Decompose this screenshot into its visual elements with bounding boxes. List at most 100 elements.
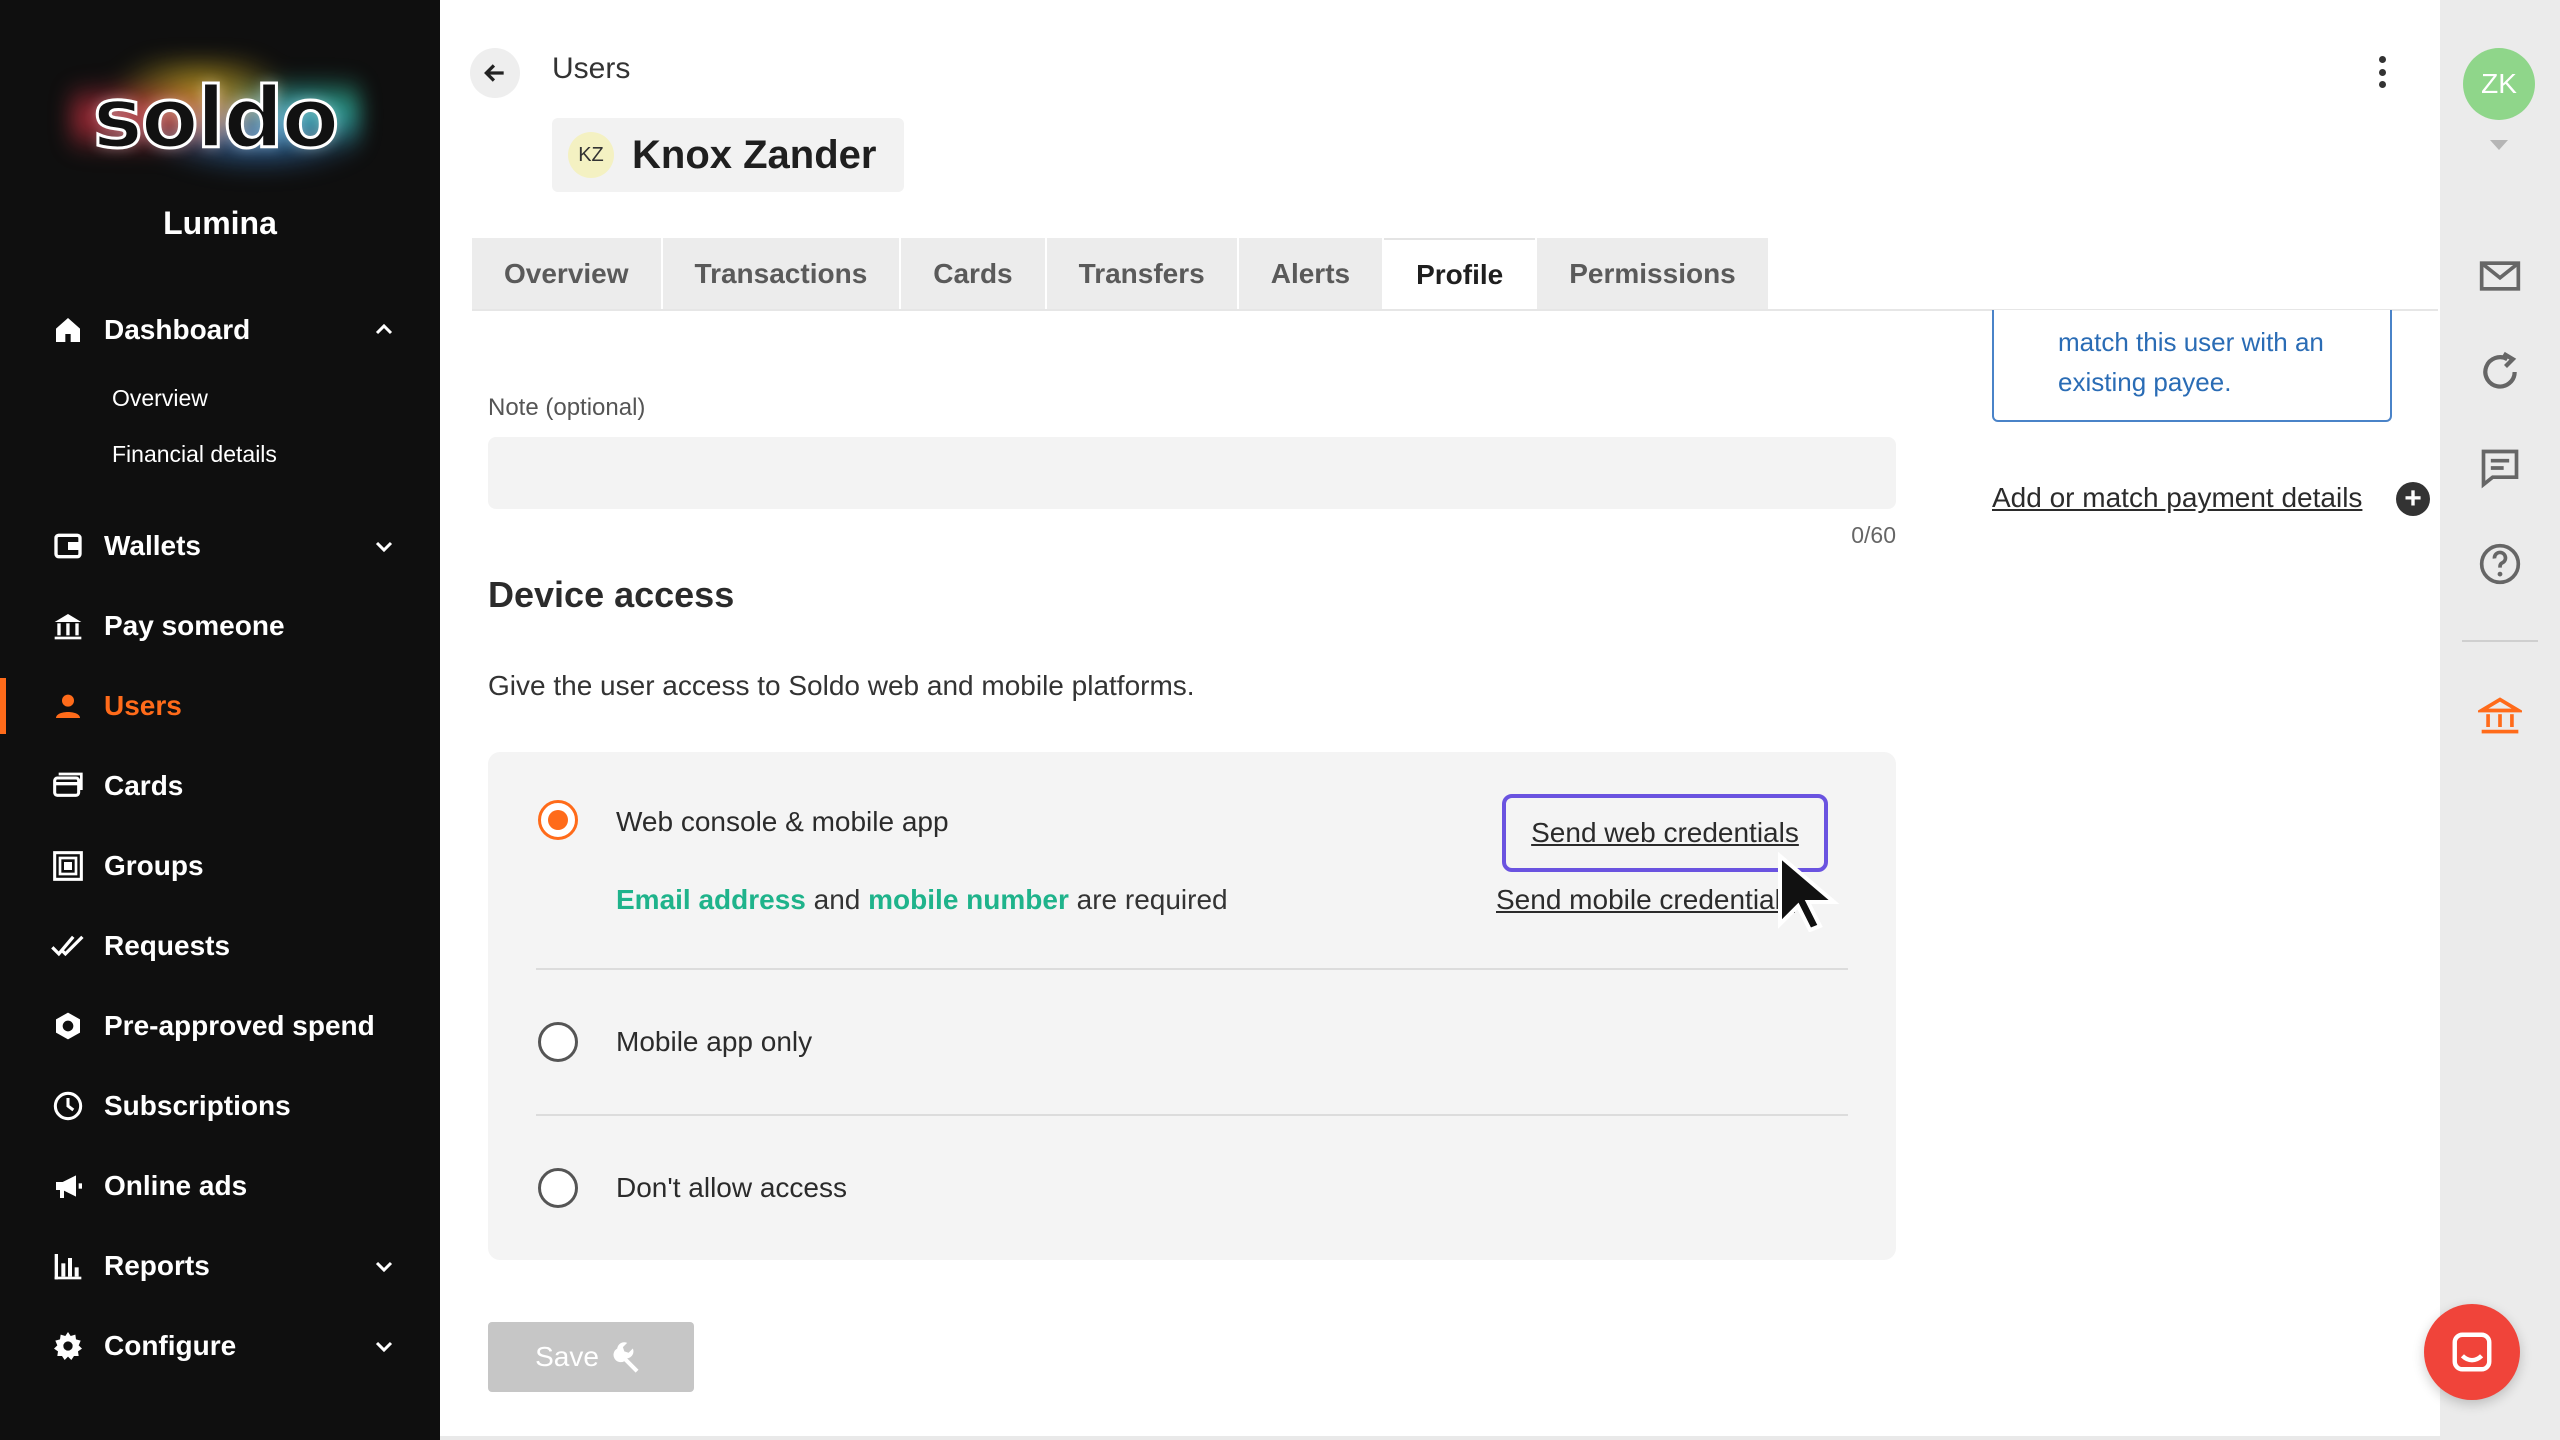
email-address-link[interactable]: Email address [616,884,806,915]
clock-icon [50,1088,86,1124]
chevron-down-icon[interactable] [372,534,396,558]
comment-icon[interactable] [2478,446,2522,490]
bottom-border [440,1436,2440,1440]
refresh-icon[interactable] [2478,350,2522,394]
info-card-line: match this user with an [2058,327,2324,357]
option-web-console-label[interactable]: Web console & mobile app [616,806,949,838]
sidebar-item-wallets[interactable]: Wallets [0,506,440,586]
sidebar-item-reports[interactable]: Reports [0,1226,440,1306]
back-button[interactable] [470,48,520,98]
device-access-title: Device access [488,574,735,615]
sidebar-item-groups[interactable]: Groups [0,826,440,906]
wrench-icon [613,1342,639,1373]
note-input[interactable] [488,437,1896,509]
chevron-down-icon[interactable] [372,1254,396,1278]
sidebar-item-label: Pay someone [104,610,285,641]
tab-transfers[interactable]: Transfers [1046,238,1237,310]
breadcrumb[interactable]: Users [552,52,630,86]
gear-icon [50,1328,86,1364]
wallet-icon [50,528,86,564]
caret-down-icon[interactable] [2488,138,2510,152]
sidebar-item-label: Subscriptions [104,1090,291,1121]
radio-mobile-only[interactable] [538,1022,578,1062]
sidebar-item-online-ads[interactable]: Online ads [0,1146,440,1226]
sidebar-item-pay-someone[interactable]: Pay someone [0,586,440,666]
sidebar-item-configure[interactable]: Configure [0,1306,440,1386]
cards-icon [50,768,86,804]
device-access-description: Give the user access to Soldo web and mo… [488,670,1195,701]
bank-icon [50,608,86,644]
sidebar-item-cards[interactable]: Cards [0,746,440,826]
user-header: KZ Knox Zander [552,118,904,192]
mobile-number-link[interactable]: mobile number [868,884,1069,915]
chevron-up-icon[interactable] [372,318,396,342]
more-options-icon[interactable] [2364,52,2400,92]
tab-cards[interactable]: Cards [901,238,1045,310]
tab-permissions[interactable]: Permissions [1537,238,1768,310]
plus-circle-icon[interactable]: + [2396,482,2430,516]
send-mobile-credentials-button[interactable]: Send mobile credentials [1496,884,1796,916]
bar-chart-icon [50,1248,86,1284]
sidebar-item-label: Dashboard [104,314,251,345]
megaphone-icon [50,1168,86,1204]
sidebar-item-label: Configure [104,1330,237,1361]
req-and: and [805,884,869,915]
sidebar-nav: Dashboard Overview Financial details Wal… [0,290,440,1386]
double-check-icon [50,928,86,964]
tab-alerts[interactable]: Alerts [1238,238,1383,310]
payee-info-card: match this user with an existing payee. [1992,310,2392,422]
sidebar-item-users[interactable]: Users [0,666,440,746]
arrow-left-icon [484,64,504,82]
sidebar: soldo Lumina Dashboard Overview Financia… [0,0,440,1440]
user-icon [50,688,86,724]
option-divider [536,1114,1848,1116]
save-button[interactable]: Save [488,1322,694,1392]
soldo-logo[interactable]: soldo [70,58,360,178]
mouse-cursor-icon [1778,852,1840,932]
rail-divider [2462,640,2538,642]
avatar: KZ [568,132,614,178]
chat-launcher-button[interactable] [2424,1304,2520,1400]
sidebar-item-requests[interactable]: Requests [0,906,440,986]
option-mobile-only-label[interactable]: Mobile app only [616,1026,812,1058]
sidebar-subitem-financial-details[interactable]: Financial details [0,426,440,482]
sidebar-item-dashboard[interactable]: Dashboard [0,290,440,370]
groups-icon [50,848,86,884]
sidebar-item-label: Requests [104,930,231,961]
sidebar-item-label: Groups [104,850,204,881]
help-icon[interactable] [2478,542,2522,586]
tab-overview[interactable]: Overview [472,238,661,310]
sidebar-item-label: Reports [104,1250,210,1281]
save-label: Save [535,1341,599,1372]
hexagon-icon [50,1008,86,1044]
radio-web-console[interactable] [538,800,578,840]
sidebar-item-pre-approved-spend[interactable]: Pre-approved spend [0,986,440,1066]
option-divider [536,968,1848,970]
bank-icon[interactable] [2478,694,2522,738]
add-match-payment-link[interactable]: Add or match payment details [1992,482,2362,514]
page-title: Knox Zander [632,132,877,177]
info-card-line: existing payee. [2058,367,2232,397]
tab-bar: Overview Transactions Cards Transfers Al… [472,238,1770,310]
sidebar-item-subscriptions[interactable]: Subscriptions [0,1066,440,1146]
note-char-counter: 0/60 [1851,522,1896,548]
req-suffix: are required [1068,884,1228,915]
option-no-access-label[interactable]: Don't allow access [616,1172,847,1204]
radio-no-access[interactable] [538,1168,578,1208]
tab-profile[interactable]: Profile [1384,238,1536,310]
chevron-down-icon[interactable] [372,1334,396,1358]
company-name: Lumina [163,205,277,241]
logo-text: soldo [91,68,340,169]
chat-icon [2452,1332,2492,1372]
sidebar-item-label: Pre-approved spend [104,1010,375,1041]
mail-icon[interactable] [2478,254,2522,298]
home-icon [50,312,86,348]
requirements-text: Email address and mobile number are requ… [616,884,1228,916]
tab-transactions[interactable]: Transactions [662,238,900,310]
sidebar-item-label: Cards [104,770,184,801]
sidebar-item-label: Users [104,690,182,721]
note-label: Note (optional) [488,394,646,421]
sidebar-subitem-overview[interactable]: Overview [0,370,440,426]
avatar[interactable]: ZK [2463,48,2535,120]
sidebar-item-label: Wallets [104,530,201,561]
